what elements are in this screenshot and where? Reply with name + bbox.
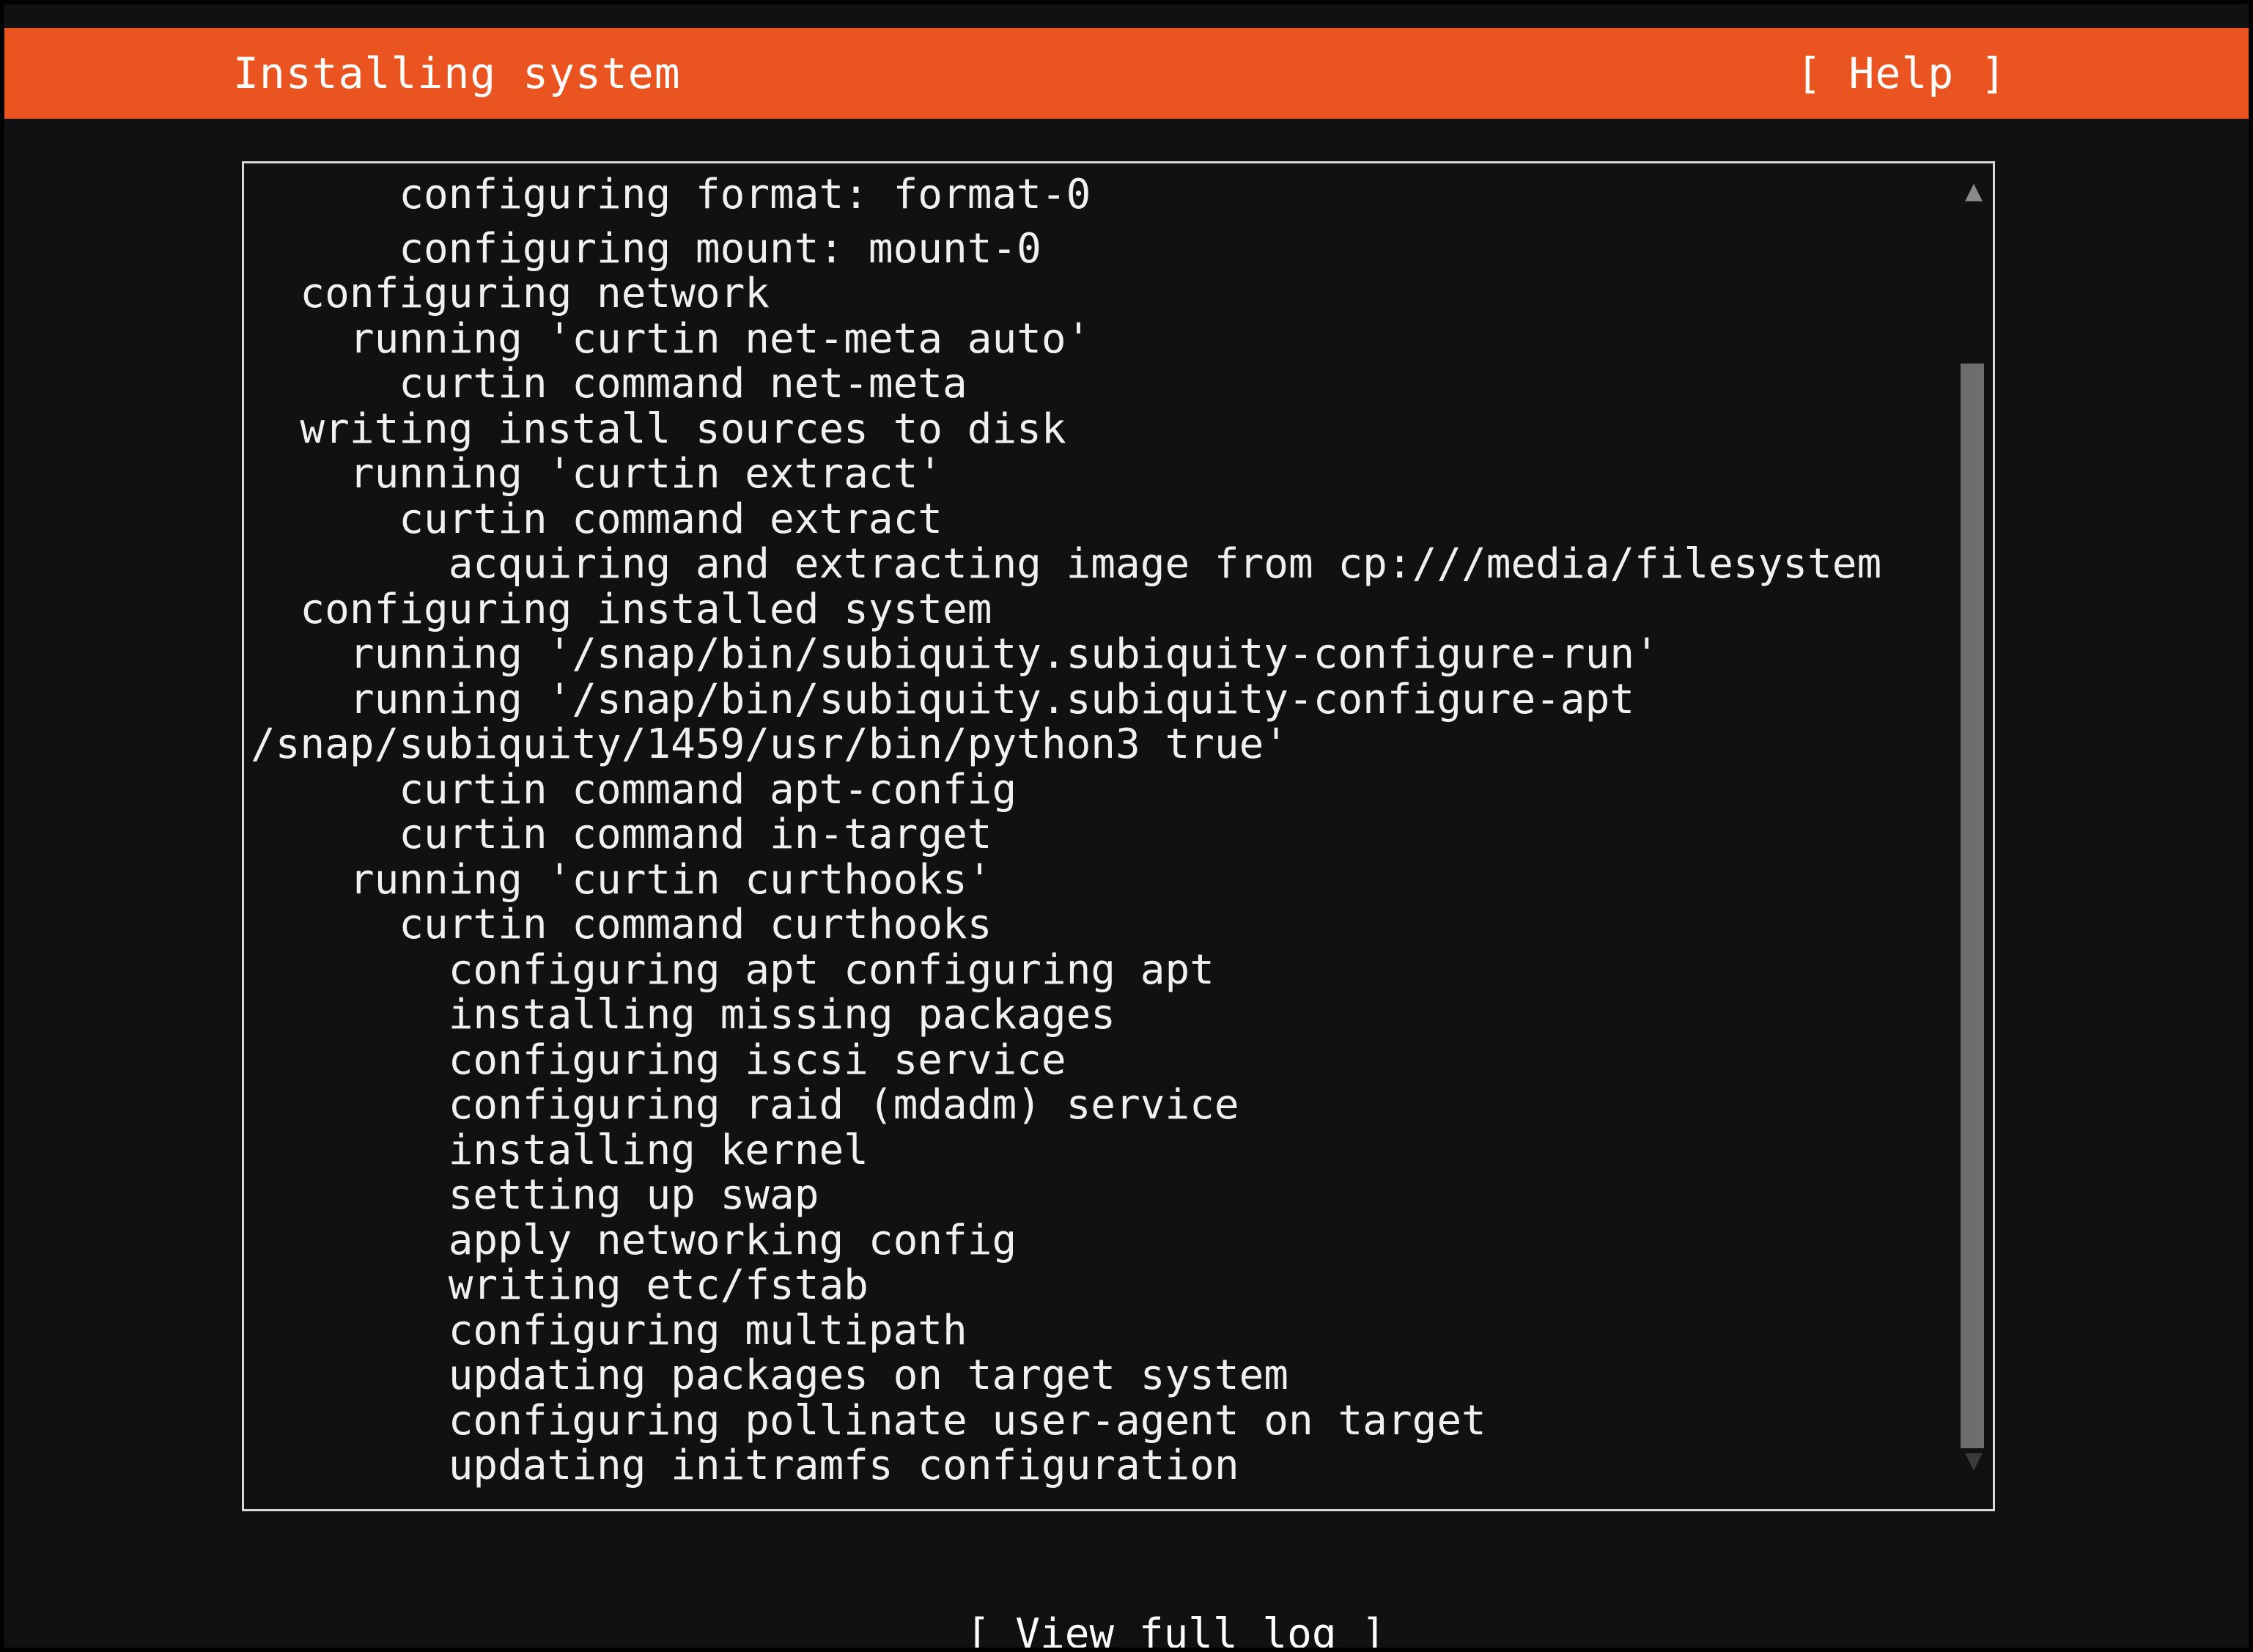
log-line: curtin command curthooks: [251, 901, 992, 948]
footer-actions: [ View full log ]: [4, 1564, 2249, 1648]
log-line: apply networking config: [251, 1216, 1017, 1264]
header-bar: Installing system [ Help ]: [4, 28, 2249, 119]
scroll-down-arrow-icon[interactable]: ▼: [1957, 1445, 1991, 1475]
log-line: acquiring and extracting image from cp:/…: [251, 540, 1882, 588]
log-line: curtin command apt-config: [251, 765, 1017, 814]
help-button[interactable]: [ Help ]: [1796, 28, 2007, 119]
log-line: running 'curtin net-meta auto': [251, 314, 1091, 363]
log-line: configuring pollinate user-agent on targ…: [251, 1396, 1486, 1445]
page-title: Installing system: [233, 48, 681, 98]
install-log-text: configuring format: format-0 configuring…: [244, 163, 1993, 1509]
log-line: configuring mount: mount-0: [251, 224, 1041, 273]
log-line: curtin command net-meta: [251, 360, 967, 408]
log-line: configuring raid (mdadm) service: [251, 1081, 1239, 1129]
log-line: configuring network: [251, 270, 770, 317]
scroll-up-arrow-icon[interactable]: ▲: [1957, 176, 1991, 205]
log-line: configuring installed system: [251, 585, 992, 633]
log-line: setting up swap: [251, 1171, 819, 1219]
log-line: updating initramfs configuration: [251, 1442, 1239, 1489]
install-log-panel: configuring format: format-0 configuring…: [242, 161, 1995, 1511]
log-line: running 'curtin extract': [251, 450, 943, 498]
log-line: configuring multipath: [251, 1306, 967, 1354]
view-full-log-button[interactable]: [ View full log ]: [966, 1610, 1386, 1648]
log-line: configuring format: format-0: [251, 171, 1091, 218]
log-line: writing install sources to disk: [251, 405, 1066, 453]
log-line: writing etc/fstab: [251, 1261, 869, 1309]
log-line: running '/snap/bin/subiquity.subiquity-c…: [251, 630, 1659, 678]
log-line: curtin command in-target: [251, 811, 992, 858]
log-line: curtin command extract: [251, 495, 943, 543]
scrollbar-thumb[interactable]: [1961, 364, 1984, 1448]
log-line: updating packages on target system: [251, 1352, 1289, 1399]
log-line: running '/snap/bin/subiquity.subiquity-c…: [251, 675, 1635, 723]
log-line: /snap/subiquity/1459/usr/bin/python3 tru…: [251, 720, 1289, 768]
log-line: configuring apt configuring apt: [251, 945, 1214, 994]
installer-screen: Installing system [ Help ] configuring f…: [4, 4, 2249, 1648]
log-line: running 'curtin curthooks': [251, 855, 992, 904]
log-line: configuring iscsi service: [251, 1036, 1066, 1084]
log-line: installing missing packages: [251, 991, 1116, 1039]
log-line: installing kernel: [251, 1126, 869, 1174]
log-scrollbar[interactable]: ▲ ▼: [1957, 166, 1991, 1507]
